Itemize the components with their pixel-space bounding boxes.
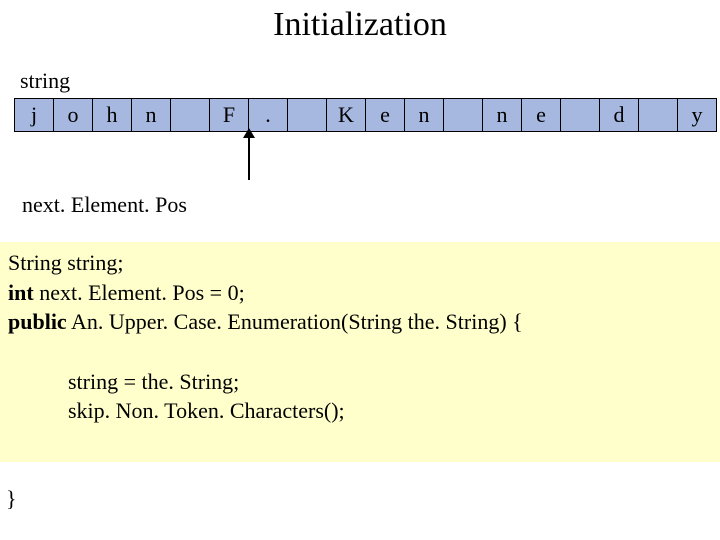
cell: e — [521, 98, 561, 132]
cell: e — [365, 98, 405, 132]
code-line: String string; — [8, 248, 712, 278]
cell: y — [677, 98, 717, 132]
string-label: string — [20, 68, 70, 94]
cell — [170, 98, 210, 132]
cell: o — [53, 98, 93, 132]
code-text: next. Element. Pos = 0; — [34, 280, 245, 305]
slide-title: Initialization — [0, 6, 720, 44]
cell: n — [482, 98, 522, 132]
cell: d — [599, 98, 639, 132]
slide: Initialization string j o h n F . K e n … — [0, 0, 720, 540]
code-line: string = the. String; — [8, 367, 712, 397]
cell: j — [14, 98, 54, 132]
code-close-brace: } — [6, 486, 17, 512]
code-block: String string; int next. Element. Pos = … — [0, 242, 720, 462]
keyword: public — [8, 309, 67, 334]
cell — [287, 98, 327, 132]
code-line: public An. Upper. Case. Enumeration(Stri… — [8, 307, 712, 337]
code-line — [8, 337, 712, 367]
code-text: An. Upper. Case. Enumeration(String the.… — [67, 309, 523, 334]
cell: K — [326, 98, 366, 132]
pointer-arrow-icon — [248, 136, 250, 180]
cell: . — [248, 98, 288, 132]
cell — [560, 98, 600, 132]
cell: h — [92, 98, 132, 132]
char-array: j o h n F . K e n n e d y — [14, 98, 717, 132]
code-line: skip. Non. Token. Characters(); — [8, 396, 712, 426]
cell: n — [131, 98, 171, 132]
next-element-pos-label: next. Element. Pos — [22, 192, 187, 218]
cell: n — [404, 98, 444, 132]
keyword: int — [8, 280, 34, 305]
cell — [638, 98, 678, 132]
cell: F — [209, 98, 249, 132]
code-line: int next. Element. Pos = 0; — [8, 278, 712, 308]
cell — [443, 98, 483, 132]
code-line — [8, 426, 712, 456]
